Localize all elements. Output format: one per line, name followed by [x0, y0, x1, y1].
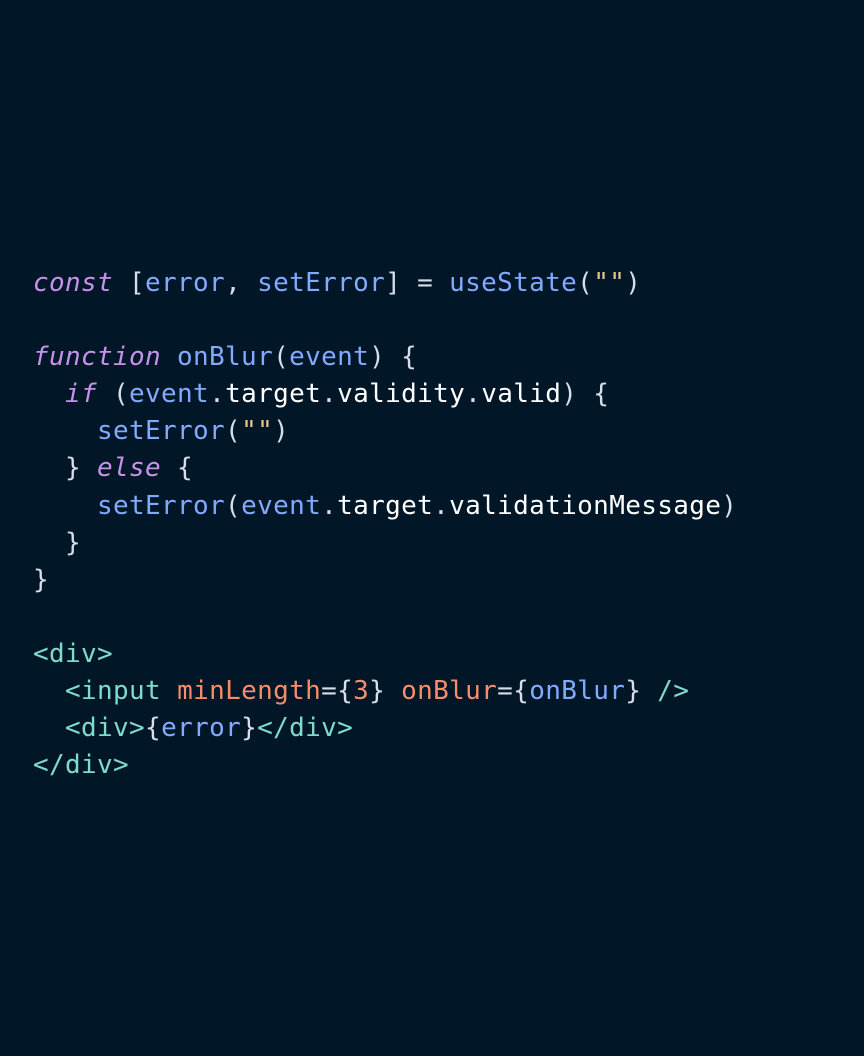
code-line: <input minLength={3} onBlur={onBlur} /> — [33, 673, 737, 710]
code-token-punct — [33, 676, 65, 706]
code-token-str: "" — [241, 416, 274, 447]
code-token-var: error — [161, 713, 242, 744]
code-token-tag: <div> — [65, 713, 146, 744]
code-token-punct: { — [145, 713, 162, 744]
code-token-punct: } — [33, 527, 82, 558]
code-token-punct: ] = — [385, 268, 450, 298]
code-token-prop: validationMessage — [449, 490, 722, 521]
code-token-fn: onBlur — [177, 342, 274, 373]
code-token-kw: if — [65, 379, 98, 410]
code-block: const [error, setError] = useState("") fu… — [33, 265, 737, 784]
code-token-prop: valid — [481, 379, 562, 410]
code-line: setError("") — [33, 413, 737, 450]
code-line: if (event.target.validity.valid) { — [33, 376, 737, 413]
code-token-punct — [33, 416, 97, 446]
code-line: <div> — [33, 636, 737, 673]
code-token-str: "" — [593, 268, 626, 298]
code-token-punct: ={ — [321, 676, 354, 707]
code-token-punct: ( — [577, 268, 594, 298]
code-token-attr: onBlur — [401, 676, 498, 707]
code-token-punct: { — [161, 453, 194, 484]
code-token-attr: minLength — [177, 676, 322, 707]
code-token-var: event — [129, 379, 210, 410]
code-line: } else { — [33, 450, 737, 487]
code-token-kw: function — [33, 342, 162, 373]
code-token-punct: ( — [273, 342, 290, 373]
code-token-punct — [161, 676, 177, 706]
code-token-num: 3 — [353, 676, 370, 707]
code-token-punct: ) { — [561, 379, 610, 410]
code-token-tag: </div> — [257, 713, 354, 744]
code-line: setError(event.target.validationMessage) — [33, 488, 737, 525]
code-token-punct — [161, 342, 177, 372]
code-token-punct: . — [433, 490, 450, 521]
code-editor-panel: const [error, setError] = useState("") fu… — [0, 0, 864, 1056]
code-token-tag: <div> — [33, 638, 114, 669]
code-token-fn: useState — [449, 268, 578, 298]
code-token-punct: } — [33, 453, 98, 484]
code-token-punct — [33, 491, 97, 521]
code-token-prop: target — [337, 490, 434, 521]
code-token-punct: ( — [225, 416, 242, 447]
code-token-punct: ) — [625, 268, 642, 298]
code-token-fn: setError — [97, 490, 226, 521]
code-token-punct: } — [625, 676, 658, 707]
code-token-punct: } — [241, 713, 258, 744]
code-token-punct: . — [321, 379, 338, 410]
code-token-var: event — [289, 342, 370, 373]
code-token-punct: ) — [273, 416, 290, 447]
code-token-kw: const — [33, 268, 114, 298]
code-token-var: setError — [257, 268, 386, 298]
code-token-punct: ( — [97, 379, 130, 410]
code-token-punct — [33, 713, 65, 743]
code-token-var: error — [145, 268, 226, 298]
code-line: <div>{error}</div> — [33, 710, 737, 747]
code-token-punct: [ — [113, 268, 146, 298]
code-line: const [error, setError] = useState("") — [33, 265, 737, 302]
code-token-kw: else — [97, 453, 162, 484]
code-token-prop: target — [225, 379, 322, 410]
code-line: } — [33, 562, 737, 599]
code-token-punct: } — [33, 564, 50, 595]
code-line: </div> — [33, 747, 737, 784]
code-token-punct: , — [225, 268, 258, 298]
code-line: } — [33, 525, 737, 562]
code-token-var: event — [241, 490, 322, 521]
code-token-fn: setError — [97, 416, 226, 447]
code-line: function onBlur(event) { — [33, 339, 737, 376]
code-token-tag: /> — [657, 676, 690, 707]
code-token-punct: } — [369, 676, 402, 707]
code-token-punct: . — [209, 379, 226, 410]
code-token-punct: ( — [225, 490, 242, 521]
code-token-punct: ) — [721, 490, 738, 521]
code-token-punct: ) { — [369, 342, 418, 373]
code-token-punct: ={ — [497, 676, 530, 707]
code-token-tag: </div> — [33, 750, 130, 781]
code-token-punct — [33, 379, 65, 409]
code-token-prop: validity — [337, 379, 466, 410]
code-token-var: onBlur — [529, 676, 626, 707]
code-token-tag: <input — [65, 676, 162, 707]
code-token-punct: . — [321, 490, 338, 521]
code-token-punct: . — [465, 379, 482, 410]
